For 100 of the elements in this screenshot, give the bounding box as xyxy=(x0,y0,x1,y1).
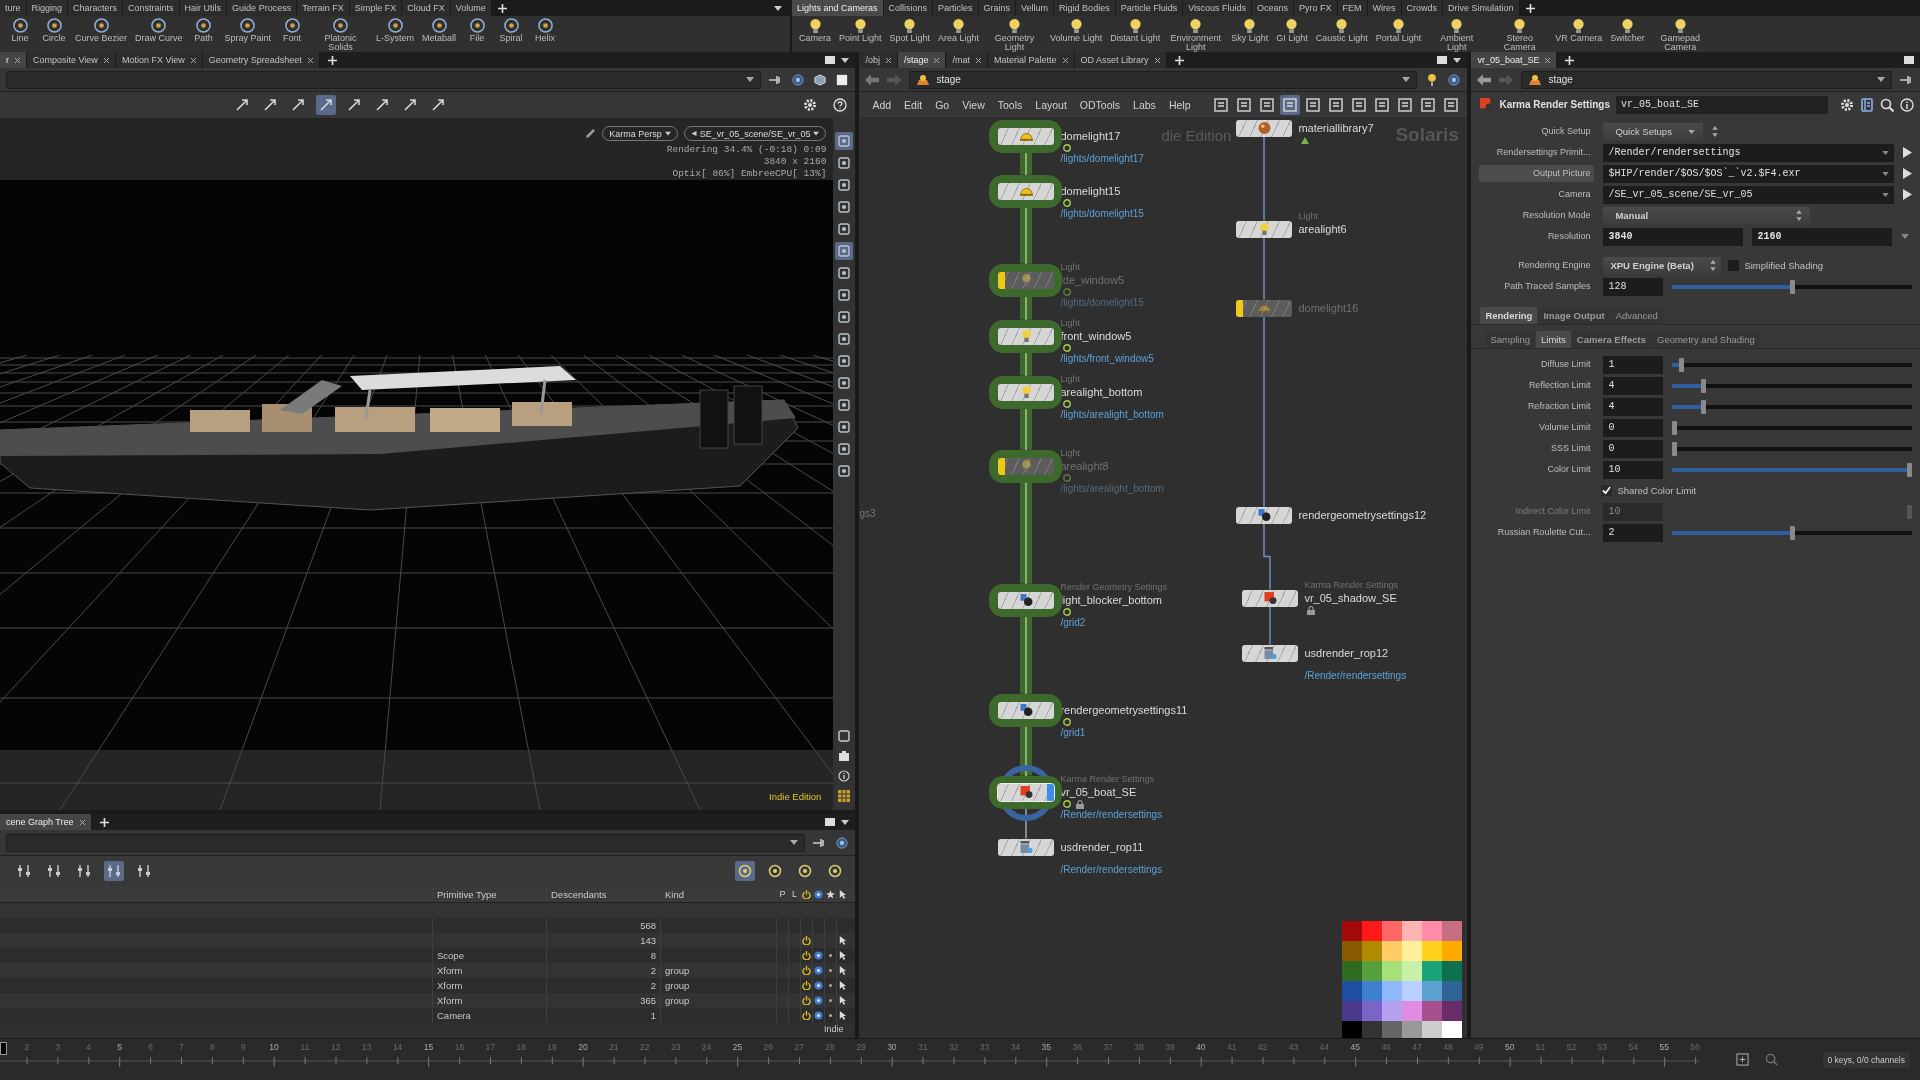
node-path[interactable]: /grid2 xyxy=(1060,616,1086,629)
node-path[interactable]: /lights/domelight17 xyxy=(1060,152,1144,165)
color-swatch-icon[interactable] xyxy=(1362,981,1383,1001)
color-swatch-icon[interactable] xyxy=(1362,1001,1383,1021)
shelf-tool[interactable]: Font xyxy=(276,18,309,43)
target-icon[interactable] xyxy=(835,836,850,849)
node-name[interactable]: usdrender_rop12 xyxy=(1304,645,1389,660)
network-node[interactable]: Light arealight6 xyxy=(1227,212,1347,246)
network-node[interactable]: usdrender_rop11 /Render/rendersettings xyxy=(989,830,1163,876)
color-swatch-icon[interactable] xyxy=(1442,1021,1463,1038)
bypass-flag-icon[interactable] xyxy=(998,457,1006,475)
color-swatch-icon[interactable] xyxy=(1382,921,1403,941)
node-name[interactable]: rendergeometrysettings12 xyxy=(1298,507,1427,522)
pane-tab[interactable]: /stage xyxy=(897,52,947,68)
color-swatch-icon[interactable] xyxy=(1442,1001,1463,1021)
number-field[interactable]: 3840 xyxy=(1603,227,1744,246)
node-path[interactable]: /lights/arealight_bottom xyxy=(1060,408,1164,421)
bypass-flag-icon[interactable] xyxy=(1236,299,1244,317)
slider-handle[interactable] xyxy=(1789,279,1795,294)
star-icon[interactable] xyxy=(826,889,835,899)
toolbar-button[interactable] xyxy=(735,861,756,881)
node-tile[interactable] xyxy=(998,127,1055,145)
caret-icon[interactable] xyxy=(774,5,782,11)
node-tile[interactable] xyxy=(998,838,1055,856)
camera-menu[interactable]: Karma Persp xyxy=(602,126,678,141)
node-name[interactable]: arealight_bottom xyxy=(1060,384,1143,399)
shelf-tool[interactable]: GI Light xyxy=(1273,18,1311,43)
node-tile[interactable] xyxy=(998,457,1055,475)
pointer-icon[interactable] xyxy=(838,889,847,899)
pencil-icon[interactable] xyxy=(585,128,597,139)
settings-icon[interactable] xyxy=(1840,97,1854,112)
pane-tab[interactable]: /mat xyxy=(946,52,988,68)
section-tab[interactable]: Rendering xyxy=(1480,307,1538,324)
color-swatch-icon[interactable] xyxy=(1342,981,1363,1001)
slider-handle[interactable] xyxy=(1789,525,1795,540)
playhead[interactable] xyxy=(0,1042,7,1055)
color-swatch-icon[interactable] xyxy=(1422,1021,1443,1038)
shelf-tool[interactable]: Stereo Camera xyxy=(1489,18,1551,52)
close-icon[interactable] xyxy=(15,57,20,63)
color-swatch-icon[interactable] xyxy=(1402,1021,1423,1038)
shelf-tab[interactable]: Crowds xyxy=(1401,0,1443,16)
plus-icon[interactable] xyxy=(497,3,507,13)
camera-icon[interactable] xyxy=(838,750,851,762)
network-node[interactable]: Karma Render Settings vr_05_shadow_SE xyxy=(1233,581,1398,615)
target-icon[interactable] xyxy=(1447,73,1462,86)
node-name-field[interactable]: vr_05_boat_SE xyxy=(1616,95,1828,114)
toolbar-button[interactable] xyxy=(835,242,854,260)
node-tile[interactable] xyxy=(1236,119,1293,137)
number-field[interactable]: 4 xyxy=(1603,397,1664,416)
shelf-tool[interactable]: Platonic Solids xyxy=(310,18,372,52)
shelf-tool[interactable]: Switcher xyxy=(1607,18,1648,43)
node-tile[interactable] xyxy=(1236,220,1293,238)
pane-tab[interactable]: Composite View xyxy=(27,52,116,68)
node-tile[interactable] xyxy=(1242,589,1299,607)
pane-layout-icon[interactable] xyxy=(1437,56,1448,64)
shelf-tab[interactable]: Viscous Fluids xyxy=(1183,0,1252,16)
shelf-tab[interactable]: Wires xyxy=(1367,0,1401,16)
node-name[interactable]: vr_05_shadow_SE xyxy=(1304,590,1397,605)
shelf-tool[interactable]: Ambient Light xyxy=(1426,18,1488,52)
shelf-tool[interactable]: L-System xyxy=(373,18,418,43)
node-name[interactable]: vr_05_boat_SE xyxy=(1060,784,1137,799)
plus-icon[interactable] xyxy=(1174,55,1184,65)
menu-item[interactable]: Add xyxy=(867,98,897,111)
menu-item[interactable]: Tools xyxy=(992,98,1028,111)
close-icon[interactable] xyxy=(190,57,196,63)
shelf-tool[interactable]: Gamepad Camera xyxy=(1649,18,1711,52)
shelf-tab[interactable]: Oceans xyxy=(1252,0,1294,16)
close-icon[interactable] xyxy=(1545,57,1551,63)
caret-icon[interactable] xyxy=(1453,57,1462,63)
close-icon[interactable] xyxy=(1062,57,1068,63)
shelf-tool[interactable]: Caustic Light xyxy=(1312,18,1371,43)
shelf-tab[interactable]: Terrain FX xyxy=(297,0,349,16)
caret-icon[interactable] xyxy=(1882,192,1889,197)
plus-icon[interactable] xyxy=(1525,3,1535,13)
shelf-tab[interactable]: Drive Simulation xyxy=(1443,0,1519,16)
color-swatch-icon[interactable] xyxy=(1402,981,1423,1001)
shelf-tool[interactable]: Portal Light xyxy=(1372,18,1425,43)
shelf-tool[interactable]: Circle xyxy=(38,18,70,43)
checkbox[interactable] xyxy=(1601,485,1613,496)
close-icon[interactable] xyxy=(1154,57,1160,63)
column-header[interactable]: Primitive Type xyxy=(432,886,546,902)
network-node[interactable]: Render Geometry Settings light_blocker_bottom /grid2 xyxy=(989,583,1167,629)
color-swatch-icon[interactable] xyxy=(1342,1021,1363,1038)
grid-icon[interactable] xyxy=(838,790,851,802)
table-row[interactable]: 143 xyxy=(0,933,856,948)
network-node[interactable]: Light front_window5 /lights/front_window5 xyxy=(989,319,1154,365)
shelf-tab[interactable]: Rigging xyxy=(26,0,68,16)
color-swatch-icon[interactable] xyxy=(1362,921,1383,941)
network-node[interactable]: Karma Render Settings vr_05_boat_SE /Render/rendersettings xyxy=(989,764,1163,821)
node-tile[interactable] xyxy=(998,383,1055,401)
menu-item[interactable]: Labs xyxy=(1128,98,1161,111)
close-icon[interactable] xyxy=(885,57,891,63)
node-name[interactable]: domelight17 xyxy=(1060,128,1121,143)
color-swatch-icon[interactable] xyxy=(1422,1001,1443,1021)
node-name[interactable]: domelight15 xyxy=(1060,183,1121,198)
close-icon[interactable] xyxy=(934,57,940,63)
node-tile[interactable] xyxy=(998,327,1055,345)
shelf-tool[interactable]: VR Camera xyxy=(1552,18,1606,43)
dropdown[interactable]: XPU Engine (Beta) xyxy=(1603,256,1722,275)
pane-tab[interactable]: Motion FX View xyxy=(115,52,203,68)
